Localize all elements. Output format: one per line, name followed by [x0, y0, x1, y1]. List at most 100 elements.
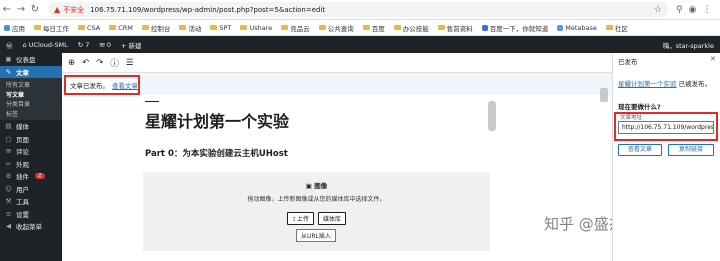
bookmark-item[interactable]: 社区: [605, 23, 628, 33]
folder-icon: [393, 25, 401, 30]
submenu-tags[interactable]: 标签: [0, 109, 62, 119]
folder-icon: [210, 25, 218, 30]
sidebar-item-appearance[interactable]: ✂ 外观: [0, 158, 62, 171]
sidebar-item-dashboard[interactable]: ▣ 仪表盘: [0, 53, 62, 66]
metabase-icon: [557, 24, 564, 31]
close-icon[interactable]: ✕: [710, 55, 716, 63]
folder-icon: [240, 25, 248, 30]
notice-text: 文章已发布。: [70, 82, 109, 90]
sidebar-item-pages[interactable]: ▢ 页面: [0, 133, 62, 146]
comment-icon: ✉: [5, 147, 12, 156]
bookmark-item[interactable]: 售前资料: [437, 23, 473, 33]
bookmark-item[interactable]: Ushare: [240, 24, 272, 32]
reload-icon[interactable]: ↻: [28, 4, 42, 15]
folder-icon: [141, 25, 149, 30]
bookmark-item[interactable]: 每日工作: [34, 23, 69, 33]
media-icon: ▤: [5, 122, 12, 131]
bookmark-item[interactable]: 竞品云: [281, 23, 310, 33]
view-post-link[interactable]: 查看文章: [112, 80, 138, 90]
undo-icon[interactable]: ↶: [82, 58, 89, 68]
bookmark-item[interactable]: 控制台: [141, 23, 170, 33]
back-icon[interactable]: ←: [0, 4, 14, 15]
list-view-icon[interactable]: ☰: [126, 58, 134, 68]
sidebar-item-users[interactable]: ☺ 用户: [0, 183, 62, 196]
submenu-categories[interactable]: 分类目录: [0, 99, 62, 109]
comment-icon: ✉: [99, 40, 107, 49]
wp-admin-bar: Ⓦ ⌂ UCloud-SML ↻ 7 ✉ 0 + 新建 嗨，star-spark…: [0, 36, 720, 53]
bookmark-item[interactable]: CRM: [109, 24, 133, 32]
media-library-button[interactable]: 媒体库: [318, 212, 347, 225]
pin-icon: ✎: [5, 67, 12, 76]
bookmark-star-icon[interactable]: ☆: [654, 5, 662, 15]
bookmark-item[interactable]: 活动: [179, 23, 201, 33]
title-rule: [145, 101, 159, 102]
copy-link-button[interactable]: 复制链接: [668, 144, 714, 156]
submenu-new-post[interactable]: 写文章: [0, 90, 62, 100]
add-block-icon[interactable]: ⊕: [68, 58, 75, 68]
apps-icon: [4, 24, 10, 31]
folder-icon: [362, 25, 370, 30]
bookmark-item[interactable]: Metabase: [557, 24, 597, 32]
sidebar-item-settings[interactable]: ≡ 设置: [0, 208, 62, 221]
sidebar-item-comments[interactable]: ✉ 评论: [0, 145, 62, 158]
published-post-link[interactable]: 星耀计划第一个实验: [618, 80, 677, 88]
image-block-description: 拖动图像，上传新图像或从您的媒体库中选择文件。: [247, 196, 386, 203]
published-message: 星耀计划第一个实验 已被发布。: [618, 80, 712, 88]
baidu-icon: [481, 24, 488, 31]
insecure-label: 不安全: [63, 5, 85, 14]
submenu-all-posts[interactable]: 所有文章: [0, 80, 62, 90]
comments-count[interactable]: ↻ 7: [78, 41, 90, 49]
editor-toolbar: ⊕ ↶ ↷ ⓘ ☰: [62, 53, 612, 73]
menu-icon[interactable]: ⋮: [702, 5, 711, 15]
wrench-icon: ⚒: [5, 197, 12, 206]
bookmark-item[interactable]: 办公技能: [393, 23, 429, 33]
bookmark-item[interactable]: 百度: [362, 23, 385, 33]
sidebar-collapse[interactable]: ◀ 收起菜单: [0, 220, 62, 233]
next-steps-heading: 现在要做什么?: [618, 103, 661, 111]
info-icon[interactable]: ⓘ: [110, 57, 119, 69]
folder-icon: [318, 25, 326, 30]
sidebar-item-tools[interactable]: ⚒ 工具: [0, 195, 62, 208]
posts-submenu: 所有文章 写文章 分类目录 标签: [0, 78, 62, 120]
wordpress-logo-icon[interactable]: Ⓦ: [6, 40, 13, 50]
browser-toolbar: ← → ↻ ▲ 不安全 106.75.71.109/wordpress/wp-a…: [0, 0, 720, 20]
folder-icon: [437, 25, 445, 30]
forward-icon[interactable]: →: [14, 4, 28, 15]
bookmark-item[interactable]: 百度一下，你就知道: [481, 23, 548, 33]
url-text[interactable]: 106.75.71.109/wordpress/wp-admin/post.ph…: [90, 6, 325, 14]
new-button[interactable]: + 新建: [121, 40, 142, 50]
bookmark-item[interactable]: CSA: [78, 24, 100, 32]
view-post-button[interactable]: 查看文章: [618, 144, 662, 156]
publish-notice: 文章已发布。 查看文章: [64, 75, 140, 95]
pending-count[interactable]: ✉ 0: [99, 41, 111, 49]
upload-button[interactable]: ⇪上传: [286, 212, 315, 225]
redo-icon[interactable]: ↷: [96, 58, 103, 68]
extension-icon[interactable]: ◉: [689, 5, 697, 15]
brush-icon: ✂: [5, 159, 12, 168]
page-icon: ▢: [5, 134, 12, 143]
sidebar-item-plugins[interactable]: ⚙ 插件 2: [0, 170, 62, 183]
insert-from-url-button[interactable]: 从URL插入: [296, 229, 336, 242]
sidebar-item-media[interactable]: ▤ 媒体: [0, 120, 62, 133]
bookmark-item[interactable]: 公共查询: [318, 23, 354, 33]
folder-icon: [179, 25, 187, 30]
address-bar[interactable]: ▲ 不安全 106.75.71.109/wordpress/wp-admin/p…: [48, 2, 668, 17]
sidebar-item-posts[interactable]: ✎ 文章: [0, 65, 62, 78]
site-name[interactable]: ⌂ UCloud-SML: [23, 41, 68, 49]
user-greeting[interactable]: 嗨，star-sparkle: [663, 40, 714, 50]
heading-block[interactable]: Part 0：为本实验创建云主机UHost: [145, 147, 288, 159]
image-block-title: ▣ 图像: [305, 182, 328, 190]
editor-scrollbar[interactable]: [488, 101, 496, 131]
post-title[interactable]: 星耀计划第一个实验: [145, 108, 289, 132]
search-icon[interactable]: ⚲: [676, 5, 683, 15]
folder-icon: [281, 25, 289, 30]
folder-icon: [109, 25, 117, 30]
bookmark-apps[interactable]: 应用: [4, 23, 25, 33]
address-label: 文章地址: [620, 115, 643, 121]
panel-title: 已发布: [618, 58, 638, 66]
panel-scrollbar[interactable]: [600, 88, 608, 102]
post-address-field[interactable]: http://106.75.71.109/wordpress/?p=5: [618, 121, 714, 134]
settings-icon: ≡: [5, 209, 12, 218]
folder-icon: [605, 25, 613, 30]
bookmark-item[interactable]: SPT: [210, 24, 231, 32]
